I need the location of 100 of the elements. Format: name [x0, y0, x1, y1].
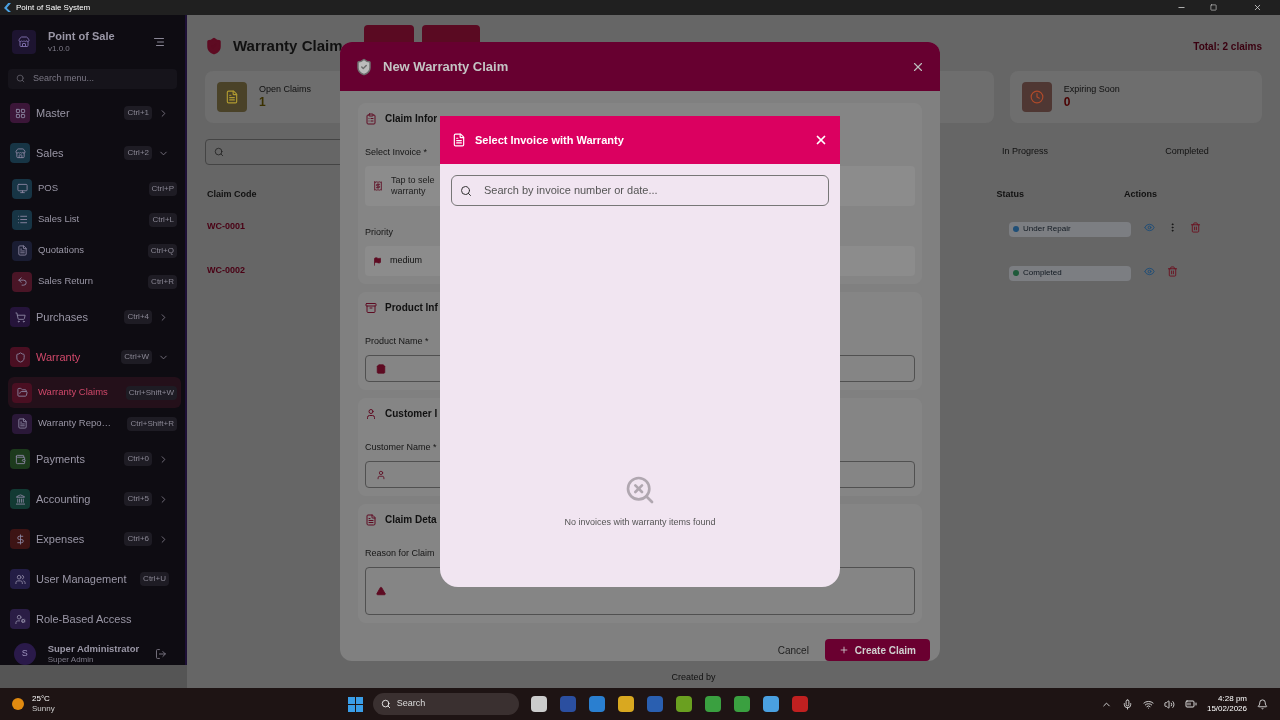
speaker-icon[interactable]: [1163, 698, 1175, 710]
column-header: Status: [996, 188, 1024, 202]
section-title: Product Inf: [385, 301, 438, 315]
sidebar-subitem[interactable]: Warranty Claims Ctrl+Shift+W: [8, 377, 181, 408]
close-icon[interactable]: [814, 133, 828, 147]
document-icon: [365, 513, 377, 526]
sidebar-subitem[interactable]: Warranty Repo… Ctrl+Shift+R: [8, 408, 181, 439]
menu-icon[interactable]: [153, 35, 165, 48]
app-name: Point of Sale: [48, 29, 115, 44]
dialog-title: New Warranty Claim: [383, 57, 509, 76]
warning-icon: [376, 586, 386, 596]
shortcut-badge: Ctrl+W: [121, 350, 152, 364]
app-icon[interactable]: [675, 696, 692, 712]
section-title: Claim Infor: [385, 112, 438, 126]
app-icon[interactable]: [762, 696, 779, 712]
column-header: Actions: [1124, 188, 1157, 202]
shortcut-badge: Ctrl+P: [148, 181, 177, 196]
invoice-search-field[interactable]: Search by invoice number or date...: [451, 175, 829, 206]
create-claim-button[interactable]: Create Claim: [824, 639, 930, 661]
app-icon[interactable]: [530, 696, 547, 712]
column-header: Claim Code: [206, 188, 257, 202]
sidebar-item[interactable]: Accounting Ctrl+5: [4, 479, 181, 519]
weather-condition: Sunny: [32, 704, 55, 714]
shortcut-badge: Ctrl+Q: [147, 243, 177, 258]
document-icon: [452, 133, 466, 147]
shortcut-badge: Ctrl+2: [124, 146, 152, 160]
sidebar-subitem[interactable]: Sales Return Ctrl+R: [8, 266, 181, 297]
app-icon[interactable]: [733, 696, 750, 712]
field-label: Customer Name *: [365, 442, 437, 452]
field-label: Priority: [365, 227, 393, 237]
shortcut-badge: Ctrl+Shift+W: [125, 385, 177, 400]
sidebar-item[interactable]: Expenses Ctrl+6: [4, 519, 181, 559]
shortcut-badge: Ctrl+Shift+R: [127, 416, 177, 431]
shield-check-icon: [355, 57, 373, 76]
clipboard-icon: [365, 112, 377, 125]
shortcut-badge: Ctrl+1: [124, 106, 152, 120]
sidebar-subitem[interactable]: POS Ctrl+P: [8, 173, 181, 204]
sidebar-item[interactable]: Role-Based Access: [4, 599, 181, 639]
person-icon: [365, 407, 377, 420]
shortcut-badge: Ctrl+6: [124, 532, 152, 546]
user-role: Super Admin: [47, 654, 95, 665]
taskbar-search[interactable]: Search: [372, 693, 519, 715]
app-version: v1.0.0: [48, 43, 71, 54]
user-avatar: S: [14, 643, 36, 665]
start-icon[interactable]: [347, 696, 363, 712]
close-window-icon[interactable]: [1253, 3, 1262, 12]
weather-temperature: 25°C: [32, 694, 51, 704]
page-title: Warranty Claim: [233, 35, 343, 56]
field-label: Select Invoice *: [365, 147, 428, 157]
notification-icon[interactable]: [1257, 698, 1268, 710]
store-logo-icon: [12, 29, 36, 54]
status-chip: Completed: [1009, 265, 1131, 281]
wifi-icon[interactable]: [1142, 698, 1154, 710]
stat-label: Open Claims: [259, 83, 312, 96]
shortcut-badge: Ctrl+L: [149, 212, 177, 227]
app-icon[interactable]: [617, 696, 634, 712]
sidebar-item[interactable]: Purchases Ctrl+4: [4, 297, 181, 337]
app-logo-icon: [4, 3, 11, 12]
microphone-icon[interactable]: [1121, 698, 1133, 710]
shortcut-badge: Ctrl+R: [148, 274, 177, 289]
status-chip: Under Repair: [1009, 221, 1131, 237]
bag-icon: [376, 363, 386, 374]
footer-credit: Created by: [671, 670, 716, 684]
clock-date: 15/02/2026: [1206, 704, 1247, 714]
clock-time: 4:28 pm: [1218, 694, 1247, 704]
total-count: Total: 2 claims: [1193, 39, 1262, 54]
plus-icon: [838, 645, 849, 655]
shortcut-badge: Ctrl+4: [124, 310, 152, 324]
shortcut-badge: Ctrl+U: [140, 572, 169, 586]
menu-search-field[interactable]: Search menu...: [8, 68, 177, 89]
receipt-icon: [373, 181, 383, 191]
sidebar-item[interactable]: Payments Ctrl+0: [4, 439, 181, 479]
stat-value: 0: [1063, 95, 1072, 111]
archive-icon: [365, 301, 377, 314]
empty-message: No invoices with warranty items found: [564, 515, 716, 529]
sidebar-subitem[interactable]: Quotations Ctrl+Q: [8, 235, 181, 266]
search-icon: [380, 699, 391, 709]
field-label: Reason for Claim: [365, 548, 435, 558]
maximize-icon[interactable]: [1210, 4, 1217, 11]
sidebar-item[interactable]: Sales Ctrl+2: [4, 133, 181, 173]
search-icon: [214, 147, 224, 157]
sidebar-item[interactable]: Warranty Ctrl+W: [4, 337, 181, 377]
section-title: Customer I: [385, 407, 438, 421]
dialog-title: Select Invoice with Warranty: [475, 132, 624, 148]
app-icon[interactable]: [704, 696, 721, 712]
field-label: Product Name *: [365, 336, 429, 346]
sidebar-subitem[interactable]: Sales List Ctrl+L: [8, 204, 181, 235]
shield-icon: [205, 37, 223, 55]
sun-icon: [12, 698, 24, 710]
search-icon: [16, 74, 25, 84]
shortcut-badge: Ctrl+5: [124, 492, 152, 506]
cancel-button[interactable]: Cancel: [777, 642, 809, 658]
logout-icon[interactable]: [155, 648, 167, 660]
sidebar-item[interactable]: Master Ctrl+1: [4, 93, 181, 133]
section-title: Claim Deta: [385, 513, 437, 527]
search-icon: [460, 184, 472, 197]
battery-icon[interactable]: [1184, 698, 1197, 710]
sidebar-item[interactable]: User Management Ctrl+U: [4, 559, 181, 599]
flag-icon: [373, 256, 382, 266]
person-icon: [376, 469, 386, 480]
